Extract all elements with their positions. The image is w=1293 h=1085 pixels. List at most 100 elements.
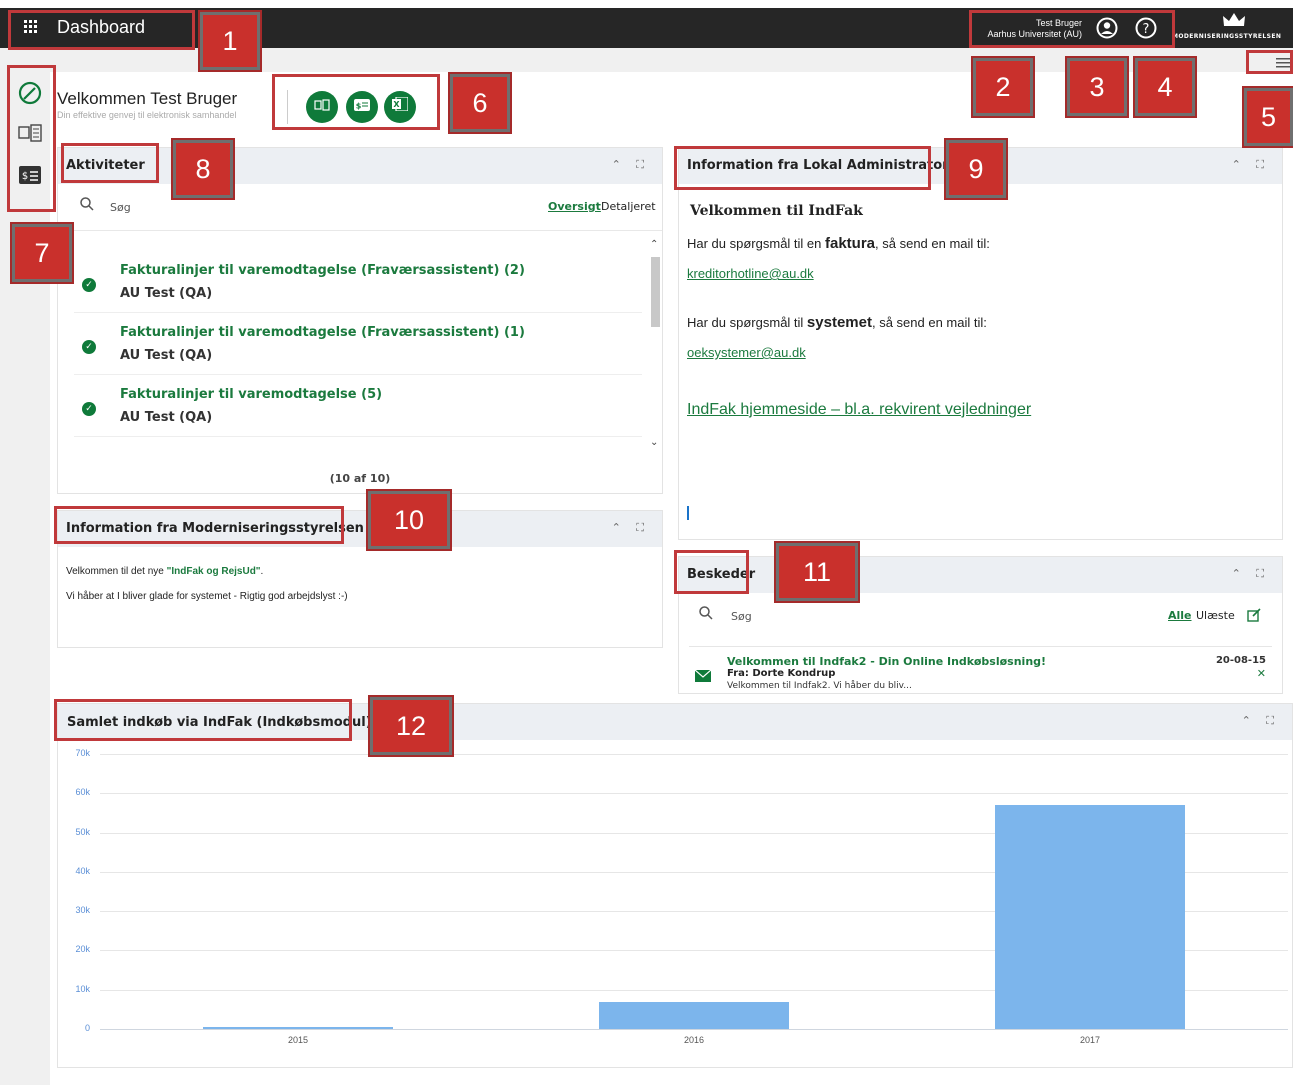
modst-line1-post: . [260, 566, 264, 577]
quick-invoice-list-button[interactable] [306, 91, 338, 123]
search-icon[interactable] [80, 196, 94, 215]
admin-info-title: Information fra Lokal Administrator [687, 158, 949, 173]
dollar-doc-icon[interactable]: $ [19, 166, 41, 188]
tab-detailed[interactable]: Detaljeret [601, 200, 656, 213]
user-profile-icon[interactable] [1096, 17, 1118, 43]
help-icon[interactable]: ? [1135, 17, 1157, 43]
admin-line2-bold: systemet [806, 314, 872, 331]
scroll-up-icon[interactable]: ⌃ [650, 239, 658, 250]
activity-title: Fakturalinjer til varemodtagelse (Fravær… [120, 325, 525, 340]
panel-controls[interactable]: ⌃ ⛶ [1232, 158, 1270, 172]
divider [287, 90, 288, 124]
check-icon: ✓ [82, 278, 96, 292]
activities-count: (10 af 10) [329, 472, 391, 485]
annotation-badge: 4 [1133, 56, 1197, 118]
app-menu-icon[interactable] [24, 19, 38, 33]
chart-header: Samlet indkøb via IndFak (Indkøbsmodul) … [58, 704, 1292, 740]
modst-line1-link[interactable]: "IndFak og RejsUd" [167, 566, 261, 577]
top-bar: Dashboard Test Bruger Aarhus Universitet… [0, 8, 1293, 48]
svg-text:$: $ [356, 102, 362, 111]
user-name: Test Bruger [1035, 18, 1082, 28]
admin-line2: Har du spørgsmål til systemet, så send e… [687, 314, 987, 331]
admin-line1-pre: Har du spørgsmål til en [687, 236, 825, 251]
scrollbar[interactable]: ⌃ ⌄ [650, 239, 660, 459]
user-org: Aarhus Universitet (AU) [987, 29, 1082, 39]
activity-title: Fakturalinjer til varemodtagelse (Fravær… [120, 263, 525, 278]
divider [689, 646, 1272, 647]
admin-line1-bold: faktura [825, 235, 876, 252]
hamburger-menu-icon[interactable] [1276, 54, 1290, 73]
left-nav: $ [0, 48, 50, 1085]
text-cursor [687, 506, 689, 520]
modst-info-title: Information fra Moderniseringsstyrelsen [66, 521, 364, 536]
activities-list: ✓ Fakturalinjer til varemodtagelse (Frav… [58, 230, 662, 460]
message-preview: Velkommen til Indfak2. Vi håber du bliv.… [727, 681, 912, 691]
admin-heading: Velkommen til IndFak [690, 203, 863, 219]
invoice-list-icon[interactable] [18, 124, 42, 146]
annotation-badge: 2 [971, 56, 1035, 118]
dashboard-icon[interactable] [18, 81, 42, 109]
admin-line2-post: , så send en mail til: [871, 315, 987, 330]
homepage-link[interactable]: IndFak hjemmeside – bl.a. rekvirent vejl… [687, 401, 1031, 419]
message-item[interactable]: Velkommen til Indfak2 - Din Online Indkø… [679, 653, 1282, 693]
annotation-badge: 9 [944, 138, 1008, 200]
modst-line1-pre: Velkommen til det nye [66, 566, 167, 577]
message-subject: Velkommen til Indfak2 - Din Online Indkø… [727, 655, 1047, 668]
list-item[interactable]: ✓ Fakturalinjer til varemodtagelse (Frav… [74, 251, 642, 313]
admin-line1-post: , så send en mail til: [875, 236, 990, 251]
annotation-badge: 6 [448, 72, 512, 134]
scroll-thumb[interactable] [651, 257, 660, 327]
app-title: Dashboard [57, 17, 146, 37]
delete-icon[interactable]: ✕ [1257, 667, 1266, 680]
message-from: Fra: Dorte Kondrup [727, 668, 836, 679]
filter-unread[interactable]: Ulæste [1196, 609, 1235, 622]
email-link-1[interactable]: kreditorhotline@au.dk [687, 266, 814, 281]
svg-text:?: ? [1143, 22, 1150, 37]
message-date: 20-08-15 [1215, 655, 1266, 666]
messages-panel: Beskeder ⌃ ⛶ Søg Alle Ulæste Velkommen t… [678, 556, 1283, 694]
modst-info-header: Information fra Moderniseringsstyrelsen … [58, 511, 662, 547]
quick-dollar-doc-button[interactable]: $ [346, 91, 378, 123]
modst-line1: Velkommen til det nye "IndFak og RejsUd"… [66, 566, 263, 577]
panel-controls[interactable]: ⌃ ⛶ [612, 521, 650, 535]
search-icon[interactable] [699, 605, 713, 624]
activity-sub: AU Test (QA) [120, 286, 213, 301]
chart-title: Samlet indkøb via IndFak (Indkøbsmodul) [67, 715, 372, 730]
activities-search-input[interactable]: Søg [110, 201, 131, 214]
dollar-doc-icon: $ [354, 99, 370, 111]
user-info[interactable]: Test Bruger Aarhus Universitet (AU) [976, 18, 1082, 40]
messages-header: Beskeder ⌃ ⛶ [679, 557, 1282, 593]
activities-title: Aktiviteter [66, 158, 145, 173]
list-item[interactable]: ✓ Fakturalinjer til varemodtagelse (Frav… [74, 313, 642, 375]
page-title: Velkommen Test Bruger [57, 89, 238, 108]
activity-sub: AU Test (QA) [120, 348, 213, 363]
filter-all[interactable]: Alle [1168, 609, 1192, 622]
annotation-badge: 11 [774, 541, 860, 603]
panel-controls[interactable]: ⌃ ⛶ [1232, 567, 1270, 581]
annotation-badge: 10 [366, 489, 452, 551]
annotation-badge: 8 [171, 138, 235, 200]
compose-icon[interactable] [1247, 607, 1261, 626]
svg-text:X: X [393, 100, 400, 109]
email-link-2[interactable]: oeksystemer@au.dk [687, 345, 806, 360]
panel-controls[interactable]: ⌃ ⛶ [1242, 714, 1280, 728]
quick-excel-button[interactable]: X [384, 91, 416, 123]
invoice-list-icon [314, 99, 330, 111]
list-item[interactable]: ✓ Fakturalinjer til varemodtagelse (5) A… [74, 375, 642, 437]
activity-title: Fakturalinjer til varemodtagelse (5) [120, 387, 383, 402]
scroll-down-icon[interactable]: ⌄ [650, 437, 658, 448]
svg-text:$: $ [22, 171, 28, 182]
messages-title: Beskeder [687, 567, 756, 582]
mail-icon [694, 667, 712, 686]
panel-controls[interactable]: ⌃ ⛶ [612, 158, 650, 172]
annotation-badge: 5 [1242, 86, 1293, 148]
annotation-badge: 7 [10, 222, 74, 284]
messages-search-input[interactable]: Søg [731, 610, 752, 623]
admin-line1: Har du spørgsmål til en faktura, så send… [687, 235, 990, 252]
modst-line2: Vi håber at I bliver glade for systemet … [66, 591, 348, 602]
activities-header: Aktiviteter ⌃ ⛶ [58, 148, 662, 184]
tab-overview[interactable]: Oversigt [548, 200, 601, 213]
modst-info-panel: Information fra Moderniseringsstyrelsen … [57, 510, 663, 648]
page-subtitle: Din effektive genvej til elektronisk sam… [57, 110, 237, 120]
check-icon: ✓ [82, 340, 96, 354]
